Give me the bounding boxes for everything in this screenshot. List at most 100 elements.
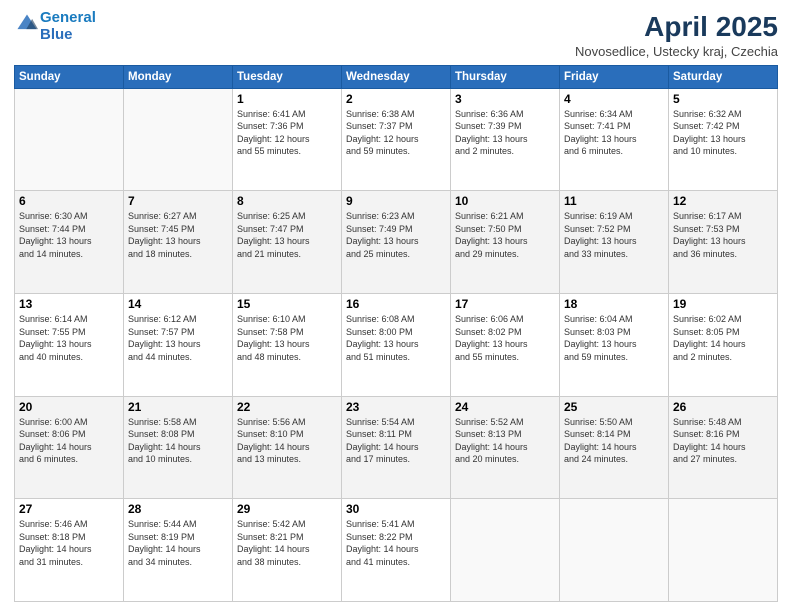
page: General Blue April 2025 Novosedlice, Ust… (0, 0, 792, 612)
cell-info-line: Sunrise: 6:30 AM (19, 210, 119, 223)
cell-info-line: Sunset: 8:13 PM (455, 428, 555, 441)
cell-info-line: and 10 minutes. (128, 453, 228, 466)
calendar-table: SundayMondayTuesdayWednesdayThursdayFrid… (14, 65, 778, 602)
cell-info-line: and 48 minutes. (237, 351, 337, 364)
cell-info-line: Sunrise: 5:50 AM (564, 416, 664, 429)
cell-info-line: Sunset: 7:44 PM (19, 223, 119, 236)
cell-info-line: Daylight: 13 hours (237, 235, 337, 248)
calendar-header-row: SundayMondayTuesdayWednesdayThursdayFrid… (15, 65, 778, 88)
day-number: 14 (128, 297, 228, 311)
cell-info-line: Sunrise: 6:32 AM (673, 108, 773, 121)
logo-blue: Blue (40, 26, 73, 43)
day-number: 10 (455, 194, 555, 208)
cell-info-line: Sunrise: 5:41 AM (346, 518, 446, 531)
cell-info-line: and 40 minutes. (19, 351, 119, 364)
cell-info-line: and 36 minutes. (673, 248, 773, 261)
calendar-cell: 5Sunrise: 6:32 AMSunset: 7:42 PMDaylight… (669, 88, 778, 191)
cell-info-line: Daylight: 12 hours (346, 133, 446, 146)
cell-info-line: Sunset: 8:06 PM (19, 428, 119, 441)
calendar-cell: 24Sunrise: 5:52 AMSunset: 8:13 PMDayligh… (451, 396, 560, 499)
calendar-week-row: 20 Sunrise: 6:00 AMSunset: 8:06 PM Dayligh… (15, 396, 778, 499)
calendar-cell: 20Sunrise: 6:00 AMSunset: 8:06 PMDayligh… (15, 396, 124, 499)
day-number: 26 (673, 400, 773, 414)
cell-info-line: and 59 minutes. (346, 145, 446, 158)
cell-info-line: Sunrise: 6:12 AM (128, 313, 228, 326)
cell-info-line: Sunrise: 5:58 AM (128, 416, 228, 429)
cell-info-line: Daylight: 14 hours (237, 543, 337, 556)
cell-info-line: and 38 minutes. (237, 556, 337, 569)
cell-info-line: Sunset: 7:39 PM (455, 120, 555, 133)
cell-info-line: Sunset: 8:02 PM (455, 326, 555, 339)
day-number: 20 (19, 400, 119, 414)
cell-info-line: Daylight: 14 hours (673, 441, 773, 454)
cell-info-line: Daylight: 13 hours (564, 133, 664, 146)
cell-info-line: Daylight: 14 hours (673, 338, 773, 351)
day-number: 11 (564, 194, 664, 208)
calendar-cell: 8Sunrise: 6:25 AMSunset: 7:47 PMDaylight… (233, 191, 342, 294)
cell-info-line: Sunset: 7:58 PM (237, 326, 337, 339)
cell-info-line: Sunrise: 6:23 AM (346, 210, 446, 223)
cell-info-line: Daylight: 13 hours (19, 235, 119, 248)
calendar-cell: 9Sunrise: 6:23 AMSunset: 7:49 PMDaylight… (342, 191, 451, 294)
cell-info-line: Daylight: 13 hours (19, 338, 119, 351)
cell-info-line: Sunrise: 5:54 AM (346, 416, 446, 429)
cell-info-line: Sunrise: 5:44 AM (128, 518, 228, 531)
cell-info-line: and 20 minutes. (455, 453, 555, 466)
day-number: 5 (673, 92, 773, 106)
col-header-saturday: Saturday (669, 65, 778, 88)
cell-info-line: Sunset: 7:57 PM (128, 326, 228, 339)
col-header-tuesday: Tuesday (233, 65, 342, 88)
cell-info-line: and 24 minutes. (564, 453, 664, 466)
col-header-monday: Monday (124, 65, 233, 88)
cell-info-line: Daylight: 13 hours (455, 235, 555, 248)
title-block: April 2025 Novosedlice, Ustecky kraj, Cz… (575, 10, 778, 59)
cell-info-line: and 55 minutes. (237, 145, 337, 158)
cell-info-line: Sunset: 7:37 PM (346, 120, 446, 133)
cell-info-line: and 13 minutes. (237, 453, 337, 466)
cell-info-line: and 33 minutes. (564, 248, 664, 261)
cell-info-line: and 21 minutes. (237, 248, 337, 261)
cell-info-line: Sunrise: 5:56 AM (237, 416, 337, 429)
cell-info-line: Daylight: 14 hours (237, 441, 337, 454)
cell-info-line: and 27 minutes. (673, 453, 773, 466)
cell-info-line: Sunset: 8:11 PM (346, 428, 446, 441)
cell-info-line: Sunrise: 6:25 AM (237, 210, 337, 223)
cell-info-line: Daylight: 13 hours (673, 133, 773, 146)
day-number: 25 (564, 400, 664, 414)
day-number: 28 (128, 502, 228, 516)
calendar-week-row: 1Sunrise: 6:41 AMSunset: 7:36 PMDaylight… (15, 88, 778, 191)
cell-info-line: Sunrise: 6:04 AM (564, 313, 664, 326)
calendar-cell: 17Sunrise: 6:06 AMSunset: 8:02 PMDayligh… (451, 293, 560, 396)
cell-info-line: and 25 minutes. (346, 248, 446, 261)
day-number: 8 (237, 194, 337, 208)
calendar-cell: 13Sunrise: 6:14 AMSunset: 7:55 PMDayligh… (15, 293, 124, 396)
cell-info-line: Sunset: 7:52 PM (564, 223, 664, 236)
cell-info-line: Sunset: 8:14 PM (564, 428, 664, 441)
cell-info-line: Daylight: 13 hours (346, 235, 446, 248)
col-header-friday: Friday (560, 65, 669, 88)
cell-info-line: and 29 minutes. (455, 248, 555, 261)
cell-info-line: Daylight: 13 hours (128, 235, 228, 248)
cell-info-line: Sunrise: 6:38 AM (346, 108, 446, 121)
cell-info-line: Sunset: 7:50 PM (455, 223, 555, 236)
cell-info-line: Sunset: 7:45 PM (128, 223, 228, 236)
cell-info-line: Sunrise: 6:27 AM (128, 210, 228, 223)
cell-info-line: Sunrise: 6:21 AM (455, 210, 555, 223)
calendar-cell (124, 88, 233, 191)
cell-info-line: Sunset: 8:03 PM (564, 326, 664, 339)
calendar-cell: 15Sunrise: 6:10 AMSunset: 7:58 PMDayligh… (233, 293, 342, 396)
calendar-cell: 27Sunrise: 5:46 AMSunset: 8:18 PMDayligh… (15, 499, 124, 602)
cell-info-line: Daylight: 14 hours (564, 441, 664, 454)
cell-info-line: and 10 minutes. (673, 145, 773, 158)
cell-info-line: Sunset: 8:05 PM (673, 326, 773, 339)
cell-info-line: Sunrise: 6:36 AM (455, 108, 555, 121)
cell-info-line: Daylight: 13 hours (128, 338, 228, 351)
cell-info-line: Sunrise: 6:17 AM (673, 210, 773, 223)
day-number: 4 (564, 92, 664, 106)
cell-info-line: and 44 minutes. (128, 351, 228, 364)
cell-info-line: Sunrise: 6:00 AM (19, 416, 119, 429)
logo: General Blue (14, 10, 96, 43)
col-header-thursday: Thursday (451, 65, 560, 88)
day-number: 17 (455, 297, 555, 311)
day-number: 30 (346, 502, 446, 516)
